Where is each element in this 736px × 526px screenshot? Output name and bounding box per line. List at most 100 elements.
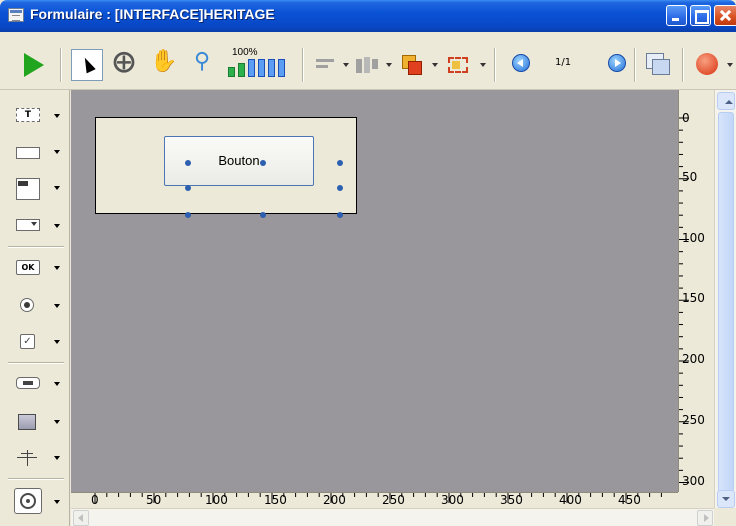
zoom-bar (248, 59, 255, 77)
ruler-label: 50 (682, 170, 698, 184)
close-form-icon[interactable] (692, 49, 724, 81)
chevron-down-icon[interactable] (727, 63, 733, 67)
ruler-label: 350 (500, 493, 523, 507)
ruler-label: 150 (264, 493, 287, 507)
chevron-down-icon[interactable] (54, 500, 60, 504)
design-canvas[interactable]: Bouton (71, 90, 678, 492)
toolbar: ⨁ ✋ ⚲ 100% 1/1 (0, 32, 736, 90)
zoom-icon[interactable]: ⚲ (186, 49, 218, 81)
resize-handle[interactable] (260, 212, 266, 218)
resize-handle[interactable] (185, 160, 191, 166)
ruler-label: 50 (146, 493, 162, 507)
palette-separator (8, 246, 64, 248)
scroll-down-icon[interactable] (717, 490, 735, 508)
list-field-icon[interactable] (14, 176, 40, 204)
window-title: Formulaire : [INTERFACE]HERITAGE (30, 6, 275, 22)
chevron-down-icon[interactable] (54, 340, 60, 344)
ruler-label: 250 (682, 413, 705, 427)
resize-handle[interactable] (260, 160, 266, 166)
ruler-label: 100 (205, 493, 228, 507)
maximize-button[interactable] (690, 5, 711, 26)
circle-object-icon[interactable] (14, 488, 42, 514)
chevron-down-icon[interactable] (54, 420, 60, 424)
layers-icon[interactable] (396, 49, 428, 81)
zoom-level: 100% (232, 47, 258, 58)
align-icon[interactable] (310, 49, 342, 81)
ruler-label: 250 (382, 493, 405, 507)
vertical-scrollbar[interactable] (714, 90, 736, 508)
scroll-right-icon[interactable] (697, 510, 713, 526)
zoom-bar (258, 59, 265, 77)
scroll-left-icon[interactable] (73, 510, 89, 526)
chevron-down-icon[interactable] (480, 63, 486, 67)
form-editor-window: Formulaire : [INTERFACE]HERITAGE ⨁ ✋ ⚲ 1… (0, 0, 736, 526)
toolbar-separator (60, 48, 62, 82)
ruler-label: 200 (682, 352, 705, 366)
form-window-icon[interactable] (8, 8, 24, 22)
button-object-icon[interactable]: OK (14, 258, 40, 278)
zoom-bar (268, 59, 275, 77)
object-palette: T OK ✓ (0, 90, 70, 526)
toolbar-separator (634, 48, 636, 82)
chevron-down-icon[interactable] (343, 63, 349, 67)
chevron-down-icon[interactable] (54, 186, 60, 190)
title-bar[interactable]: Formulaire : [INTERFACE]HERITAGE (0, 0, 736, 32)
page-indicator: 1/1 (555, 57, 572, 68)
chevron-down-icon[interactable] (54, 382, 60, 386)
close-button[interactable] (714, 5, 736, 26)
resize-handle[interactable] (337, 212, 343, 218)
resize-handle[interactable] (185, 212, 191, 218)
horizontal-ruler-ticks (94, 493, 662, 503)
input-field-icon[interactable] (14, 144, 40, 164)
ruler-label: 450 (618, 493, 641, 507)
tab-order-icon[interactable]: ⨁ (108, 49, 140, 81)
tab-control-icon[interactable] (14, 374, 40, 394)
palette-separator (8, 362, 64, 364)
chevron-down-icon[interactable] (54, 150, 60, 154)
palette-separator (8, 478, 64, 480)
radio-button-icon[interactable] (14, 296, 40, 316)
zoom-bar (228, 67, 235, 77)
splitter-icon[interactable] (14, 448, 40, 468)
resize-handle[interactable] (337, 185, 343, 191)
checkbox-icon[interactable]: ✓ (14, 332, 40, 352)
zoom-bars-icon[interactable]: 100% (226, 47, 296, 81)
ruler-label: 300 (441, 493, 464, 507)
chevron-down-icon[interactable] (54, 304, 60, 308)
ruler-label: 300 (682, 474, 705, 488)
vertical-ruler: 0 50 100 150 200 250 300 (678, 90, 714, 492)
ruler-label: 0 (682, 111, 690, 125)
chevron-down-icon[interactable] (386, 63, 392, 67)
distribute-icon[interactable] (352, 49, 384, 81)
resize-handle[interactable] (185, 185, 191, 191)
text-object-icon[interactable]: T (14, 106, 40, 126)
scroll-thumb[interactable] (718, 112, 734, 492)
hand-icon[interactable]: ✋ (148, 49, 180, 81)
chevron-down-icon[interactable] (54, 266, 60, 270)
chevron-down-icon[interactable] (54, 114, 60, 118)
chevron-down-icon[interactable] (432, 63, 438, 67)
ruler-label: 100 (682, 231, 705, 245)
button-icon-label: OK (16, 260, 40, 275)
rectangle-icon[interactable] (14, 412, 40, 432)
chevron-down-icon[interactable] (54, 224, 60, 228)
ruler-label: 150 (682, 291, 705, 305)
ruler-label: 400 (559, 493, 582, 507)
combo-field-icon[interactable] (14, 216, 40, 236)
horizontal-ruler: 0 50 100 150 200 250 300 350 400 450 (71, 492, 678, 508)
horizontal-scrollbar[interactable] (71, 508, 714, 526)
chevron-down-icon[interactable] (54, 456, 60, 460)
page-prev-icon[interactable] (512, 54, 530, 72)
group-icon[interactable] (442, 49, 474, 81)
toolbar-separator (494, 48, 496, 82)
ruler-label: 200 (323, 493, 346, 507)
ruler-label: 0 (91, 493, 99, 507)
page-next-icon[interactable] (608, 54, 626, 72)
scroll-up-icon[interactable] (717, 92, 735, 110)
minimize-button[interactable] (666, 5, 687, 26)
resize-handle[interactable] (337, 160, 343, 166)
play-icon[interactable] (18, 49, 50, 81)
windows-icon[interactable] (642, 49, 674, 81)
select-arrow-icon[interactable] (71, 49, 103, 81)
zoom-bar (278, 59, 285, 77)
